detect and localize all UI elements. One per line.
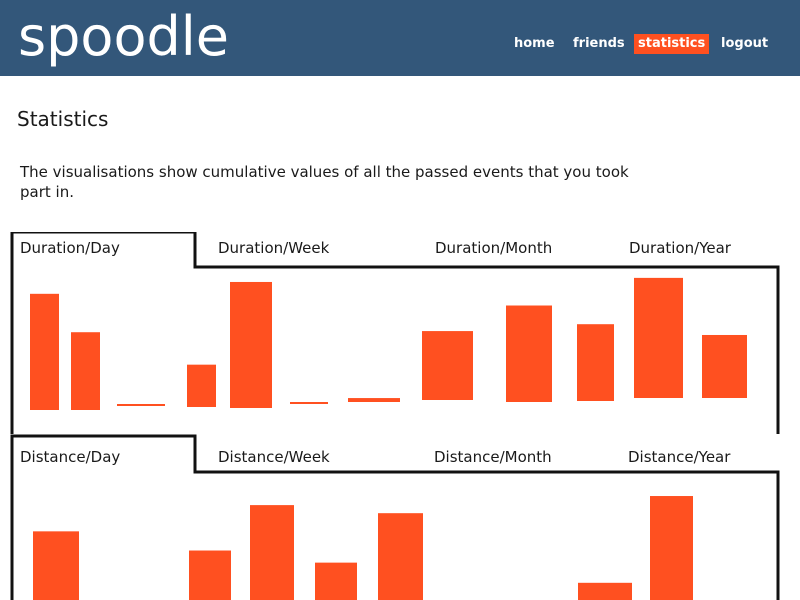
distance-panel: Distance/Day Distance/Week Distance/Mont…: [0, 434, 800, 600]
bar-5: [230, 281, 272, 408]
bar-4: [187, 364, 216, 407]
bar-12: [702, 334, 747, 398]
nav-logout[interactable]: logout: [721, 34, 768, 54]
bar-11: [634, 277, 683, 398]
nav-home[interactable]: home: [514, 34, 555, 54]
bar-1: [30, 293, 59, 410]
bar-8: [422, 331, 473, 400]
app-logo[interactable]: spoodle: [18, 2, 229, 72]
page-title: Statistics: [17, 107, 109, 131]
bar-6: [290, 402, 328, 404]
intro-text: The visualisations show cumulative value…: [20, 163, 629, 201]
distance-chart: [33, 496, 693, 600]
bar-6: [378, 513, 423, 600]
bar-5: [315, 562, 357, 600]
bar-2: [71, 332, 100, 410]
bar-7: [348, 398, 400, 402]
nav-statistics[interactable]: statistics: [634, 34, 710, 54]
bar-10: [577, 324, 614, 401]
bar-10: [578, 582, 632, 600]
bar-9: [506, 305, 552, 402]
bar-3: [189, 550, 231, 600]
duration-panel: Duration/Day Duration/Week Duration/Mont…: [0, 232, 800, 442]
duration-chart: [30, 277, 747, 410]
bar-11: [650, 496, 693, 600]
bar-1: [33, 531, 79, 600]
bar-4: [250, 505, 294, 600]
nav-friends[interactable]: friends: [573, 34, 625, 54]
bar-3: [117, 404, 165, 406]
header-bar: spoodle home friends statistics logout: [0, 0, 800, 76]
